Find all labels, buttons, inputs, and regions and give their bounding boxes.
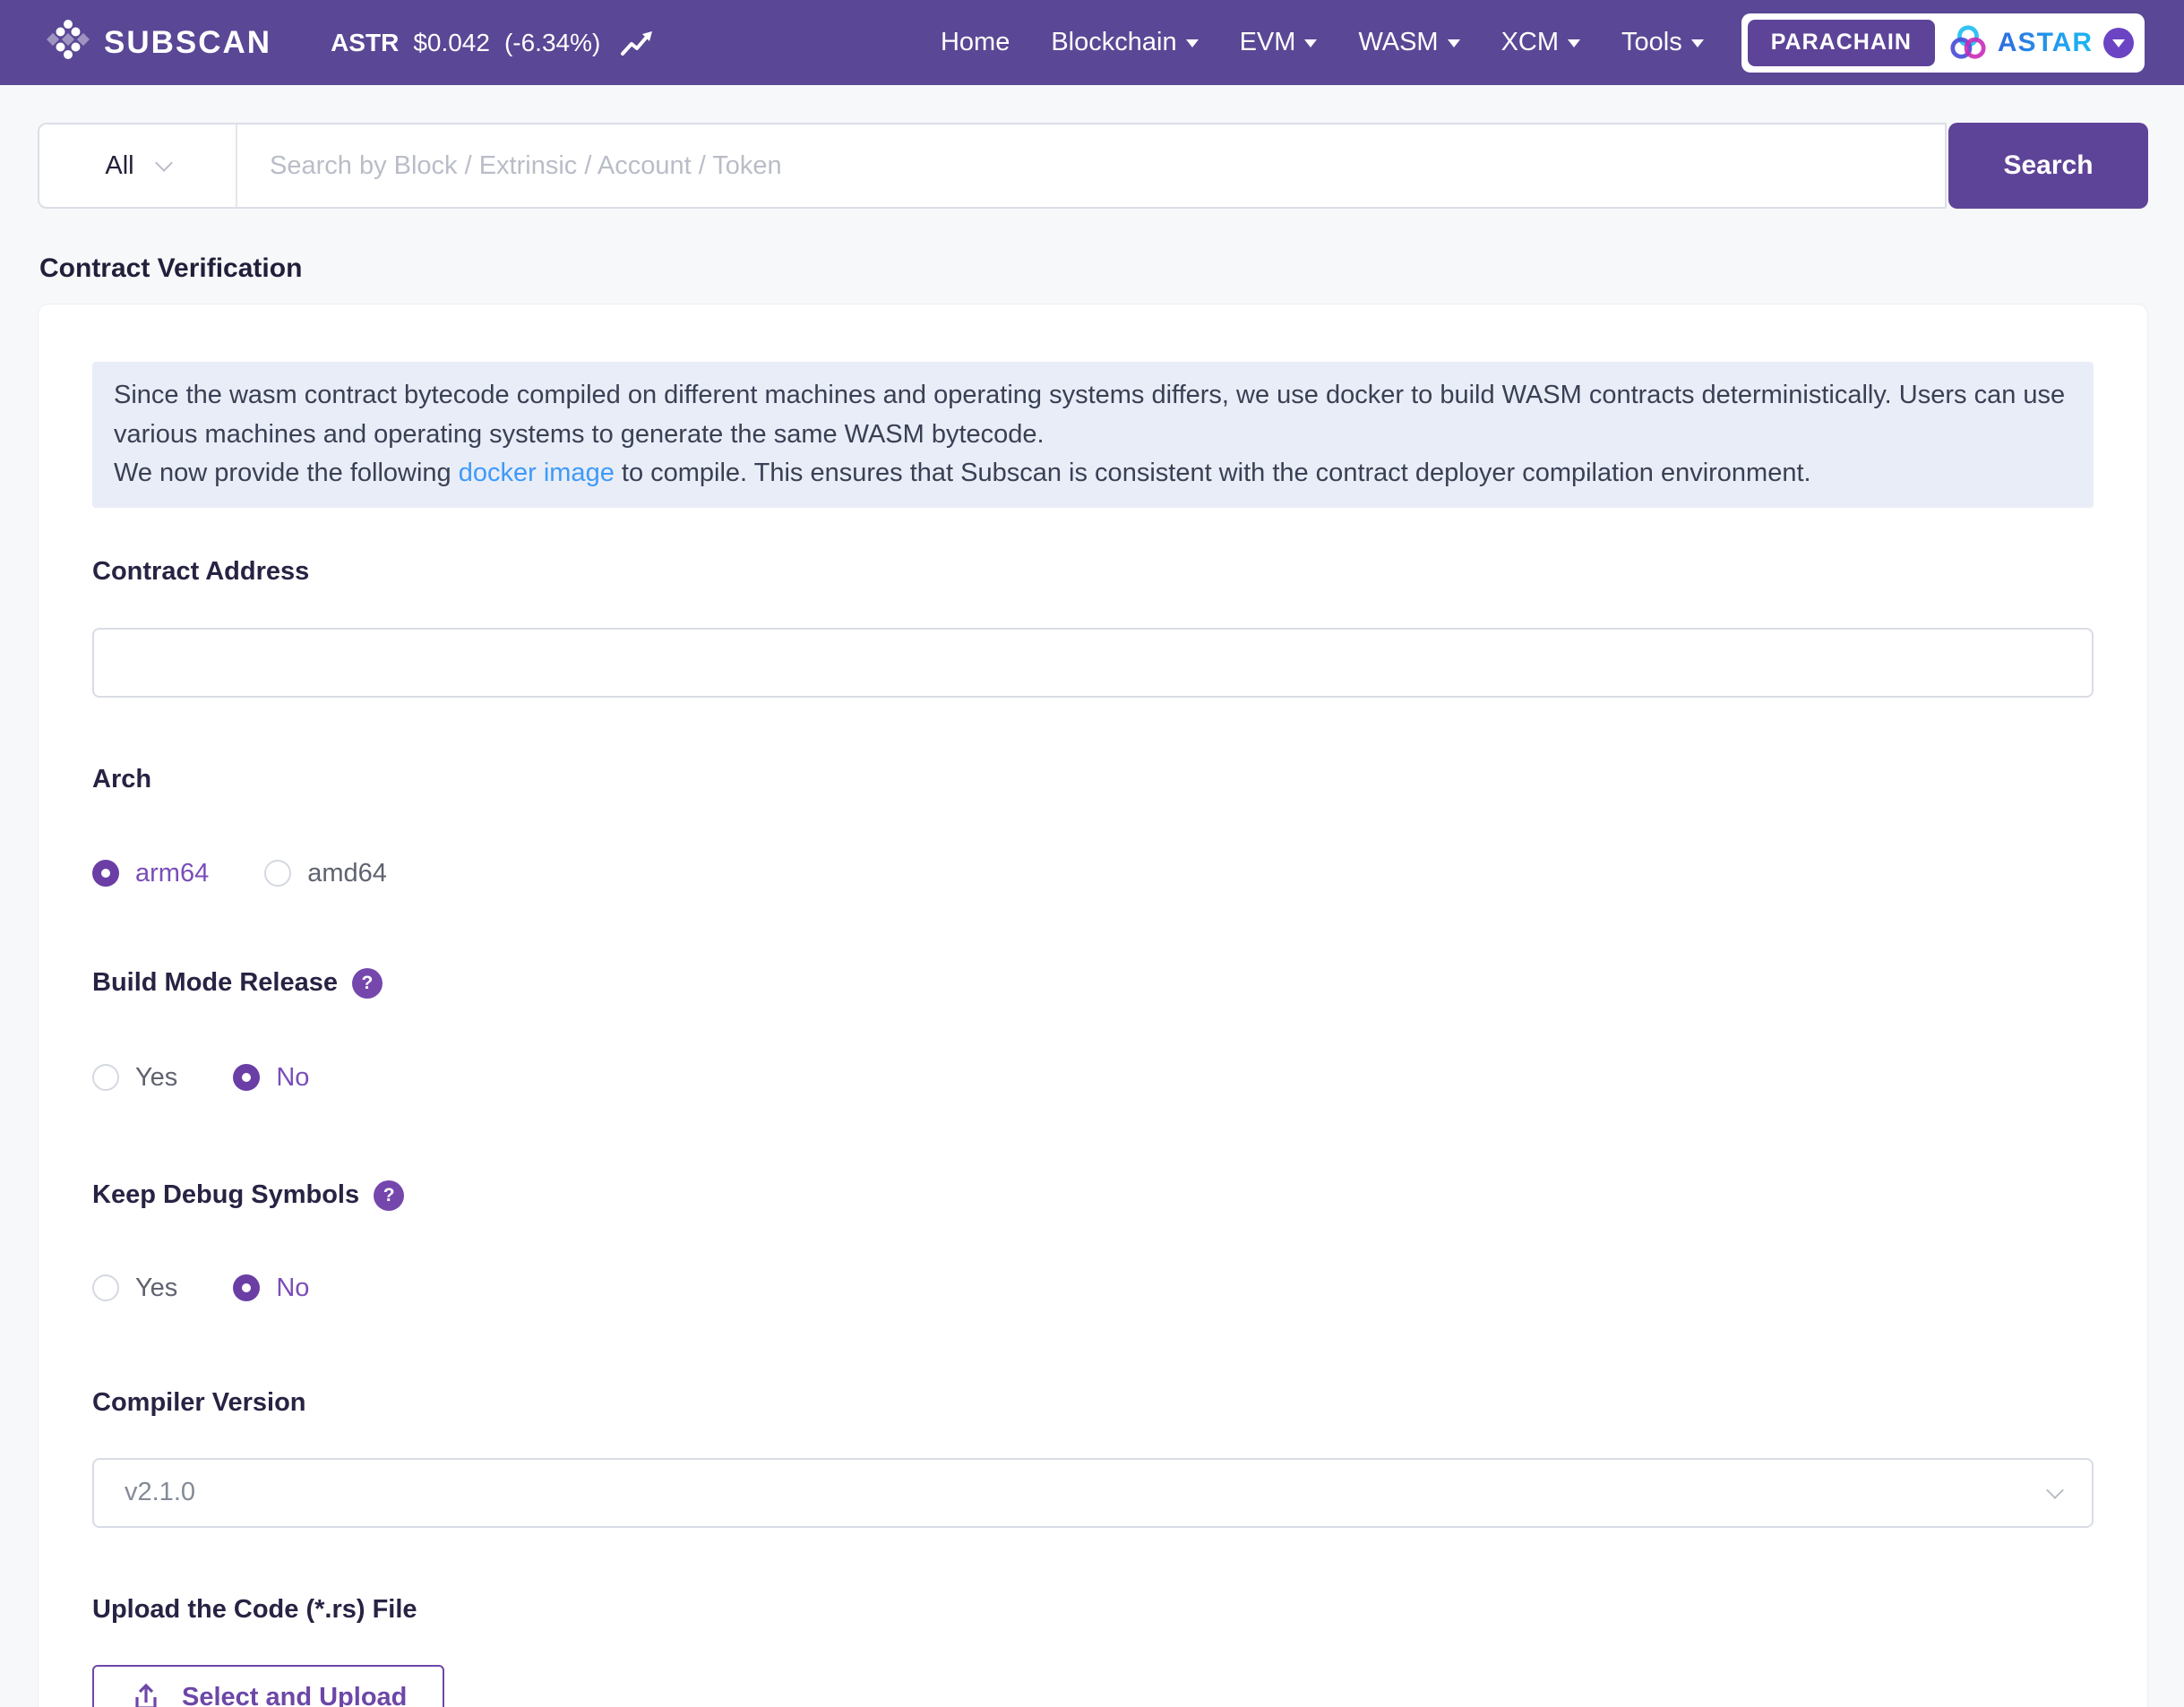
compiler-version-value: v2.1.0 <box>125 1478 2049 1507</box>
caret-down-icon <box>1448 39 1460 54</box>
select-and-upload-label: Select and Upload <box>182 1683 407 1707</box>
search-input[interactable] <box>237 124 1945 207</box>
keep-debug-symbols-radio-group: Yes No <box>92 1274 2094 1303</box>
arch-option-amd64[interactable]: amd64 <box>264 859 387 888</box>
keep-debug-symbols-label-row: Keep Debug Symbols ? <box>92 1180 2094 1211</box>
search-button[interactable]: Search <box>1948 123 2148 209</box>
trend-chart-icon <box>620 28 656 58</box>
nav-item-blockchain[interactable]: Blockchain <box>1051 28 1198 57</box>
radio-checked-icon <box>92 860 119 887</box>
token-symbol: ASTR <box>331 29 399 57</box>
page-title: Contract Verification <box>39 253 2184 284</box>
build-mode-release-option-yes[interactable]: Yes <box>92 1063 177 1093</box>
keep-debug-symbols-yes-label: Yes <box>135 1274 177 1303</box>
arch-radio-group: arm64 amd64 <box>92 859 2094 888</box>
parachain-button[interactable]: PARACHAIN <box>1748 20 1935 66</box>
chevron-down-icon <box>155 154 173 172</box>
nav-item-evm[interactable]: EVM <box>1240 28 1318 57</box>
nav-item-blockchain-label: Blockchain <box>1051 28 1176 57</box>
radio-unchecked-icon <box>264 860 291 887</box>
nav-item-wasm[interactable]: WASM <box>1358 28 1459 57</box>
keep-debug-symbols-label: Keep Debug Symbols <box>92 1180 359 1210</box>
radio-unchecked-icon <box>92 1274 119 1301</box>
search-filter-value: All <box>105 151 133 181</box>
arch-label: Arch <box>92 765 2094 794</box>
help-icon[interactable]: ? <box>374 1180 404 1211</box>
top-navbar: SUBSCAN ASTR $0.042 (-6.34%) Home Blockc… <box>0 0 2184 85</box>
nav-item-xcm-label: XCM <box>1501 28 1559 57</box>
chevron-down-icon <box>2046 1481 2064 1499</box>
docker-notice: Since the wasm contract bytecode compile… <box>92 362 2094 508</box>
nav-links: Home Blockchain EVM WASM XCM Tools <box>941 28 1704 57</box>
keep-debug-symbols-option-yes[interactable]: Yes <box>92 1274 177 1303</box>
network-selector[interactable]: ASTAR <box>1949 24 2134 62</box>
nav-item-tools[interactable]: Tools <box>1621 28 1704 57</box>
build-mode-release-label-row: Build Mode Release ? <box>92 968 2094 999</box>
notice-paragraph-2-prefix: We now provide the following <box>114 459 459 487</box>
notice-paragraph-2-suffix: to compile. This ensures that Subscan is… <box>615 459 1811 487</box>
search-filter-dropdown[interactable]: All <box>39 124 237 207</box>
radio-unchecked-icon <box>92 1064 119 1091</box>
subscan-logo-icon <box>47 18 90 68</box>
network-name: ASTAR <box>1998 28 2093 58</box>
global-search: All Search <box>38 123 2148 209</box>
build-mode-release-radio-group: Yes No <box>92 1063 2094 1093</box>
nav-item-tools-label: Tools <box>1621 28 1682 57</box>
docker-image-link[interactable]: docker image <box>459 459 615 487</box>
compiler-version-select[interactable]: v2.1.0 <box>92 1458 2094 1528</box>
token-price: $0.042 <box>413 29 490 57</box>
token-ticker: ASTR $0.042 (-6.34%) <box>331 28 656 58</box>
arch-option-arm64-label: arm64 <box>135 859 209 888</box>
search-box: All <box>38 123 1947 209</box>
token-change: (-6.34%) <box>504 29 600 57</box>
contract-address-label: Contract Address <box>92 557 2094 587</box>
subscan-brand[interactable]: SUBSCAN <box>47 18 271 68</box>
build-mode-release-label: Build Mode Release <box>92 968 338 998</box>
compiler-version-label: Compiler Version <box>92 1388 2094 1418</box>
upload-icon <box>130 1682 162 1707</box>
nav-item-evm-label: EVM <box>1240 28 1296 57</box>
build-mode-release-yes-label: Yes <box>135 1063 177 1093</box>
contract-address-input[interactable] <box>92 628 2094 698</box>
caret-down-icon <box>1568 39 1580 54</box>
radio-checked-icon <box>233 1064 260 1091</box>
caret-down-icon <box>1691 39 1704 54</box>
brand-name: SUBSCAN <box>104 25 271 61</box>
nav-item-xcm[interactable]: XCM <box>1501 28 1580 57</box>
notice-paragraph-1: Since the wasm contract bytecode compile… <box>114 381 2065 449</box>
arch-option-arm64[interactable]: arm64 <box>92 859 209 888</box>
keep-debug-symbols-option-no[interactable]: No <box>233 1274 309 1303</box>
astar-logo-icon <box>1949 24 1987 62</box>
contract-verification-card: Since the wasm contract bytecode compile… <box>38 304 2148 1707</box>
keep-debug-symbols-no-label: No <box>276 1274 309 1303</box>
build-mode-release-no-label: No <box>276 1063 309 1093</box>
nav-item-home[interactable]: Home <box>941 28 1010 57</box>
caret-down-icon <box>1186 39 1199 54</box>
network-chevron-down-icon[interactable] <box>2103 28 2134 58</box>
select-and-upload-button[interactable]: Select and Upload <box>92 1665 444 1707</box>
arch-option-amd64-label: amd64 <box>307 859 387 888</box>
caret-down-icon <box>1304 39 1317 54</box>
radio-checked-icon <box>233 1274 260 1301</box>
network-switcher: PARACHAIN ASTAR <box>1741 13 2145 73</box>
nav-item-wasm-label: WASM <box>1358 28 1438 57</box>
help-icon[interactable]: ? <box>352 968 383 999</box>
build-mode-release-option-no[interactable]: No <box>233 1063 309 1093</box>
upload-code-label: Upload the Code (*.rs) File <box>92 1595 2094 1625</box>
nav-item-home-label: Home <box>941 28 1010 57</box>
